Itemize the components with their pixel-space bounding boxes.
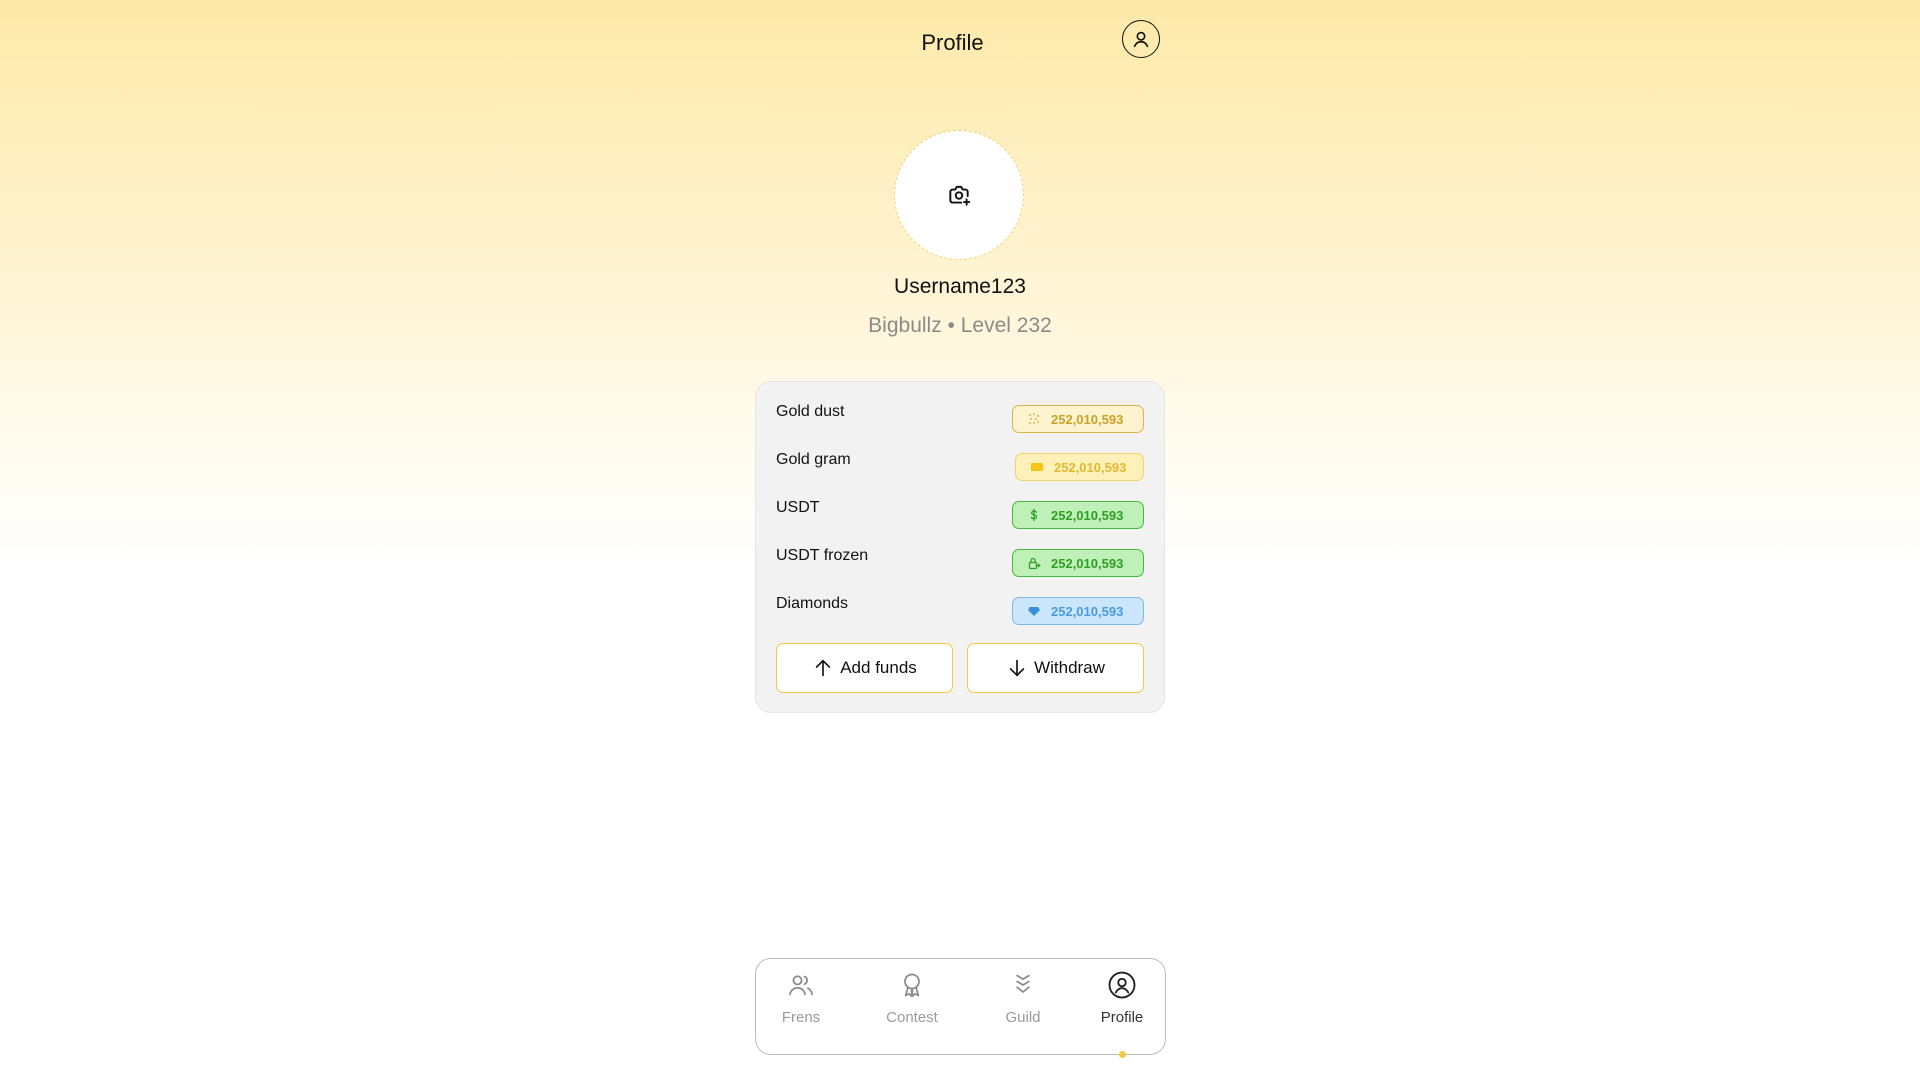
wallet-card: Gold dust 252,010,593 Gold gram 252,010,… — [755, 381, 1165, 713]
balance-value: 252,010,593 — [1051, 411, 1124, 427]
wallet-row-usdt-frozen: USDT frozen 252,010,593 — [776, 547, 1144, 577]
balance-badge: 252,010,593 — [1012, 597, 1144, 625]
account-button[interactable] — [1122, 20, 1160, 58]
wallet-label: Gold gram — [776, 451, 851, 468]
balance-value: 252,010,593 — [1051, 603, 1124, 619]
balance-badge: 252,010,593 — [1012, 549, 1144, 577]
nav-label: Frens — [781, 1009, 821, 1026]
balance-badge: 252,010,593 — [1015, 453, 1144, 481]
user-circle-icon — [1107, 969, 1137, 1001]
camera-plus-icon — [949, 185, 971, 206]
bottom-nav: Frens Contest Guild Profile — [755, 958, 1167, 1058]
diamond-icon — [1027, 604, 1041, 618]
add-funds-button[interactable]: Add funds — [776, 643, 953, 693]
balance-value: 252,010,593 — [1051, 555, 1124, 571]
user-subtitle: Bigbullz • Level 232 — [868, 314, 1052, 337]
page-title: Profile — [921, 30, 984, 55]
balance-value: 252,010,593 — [1054, 459, 1127, 475]
balance-value: 252,010,593 — [1051, 507, 1124, 523]
chevrons-down-icon — [1008, 969, 1038, 1001]
nav-item-contest[interactable]: Contest — [867, 969, 957, 1045]
nav-item-profile[interactable]: Profile — [1077, 969, 1167, 1045]
wallet-label: USDT — [776, 499, 820, 516]
username: Username123 — [894, 275, 1026, 298]
nav-label: Profile — [1100, 1009, 1144, 1026]
users-icon — [786, 969, 816, 1001]
wallet-row-gold-dust: Gold dust 252,010,593 — [776, 403, 1144, 433]
arrow-up-icon — [815, 659, 831, 677]
nav-label: Guild — [1005, 1009, 1041, 1026]
dollar-icon — [1027, 508, 1041, 522]
wallet-row-gold-gram: Gold gram 252,010,593 — [776, 451, 1144, 481]
wallet-row-diamonds: Diamonds 252,010,593 — [776, 595, 1144, 625]
withdraw-button[interactable]: Withdraw — [967, 643, 1144, 693]
nav-item-frens[interactable]: Frens — [756, 969, 846, 1045]
wallet-row-usdt: USDT 252,010,593 — [776, 499, 1144, 529]
avatar-upload-button[interactable] — [894, 130, 1024, 260]
arrow-down-icon — [1009, 659, 1025, 677]
wallet-label: Diamonds — [776, 595, 849, 612]
lock-icon — [1027, 556, 1041, 570]
active-indicator-dot — [1119, 1051, 1126, 1058]
balance-badge: 252,010,593 — [1012, 405, 1144, 433]
gold-dust-icon — [1027, 412, 1041, 426]
wallet-label: USDT frozen — [776, 547, 869, 564]
wallet-label: Gold dust — [776, 403, 845, 420]
user-circle-icon — [1133, 31, 1149, 48]
award-icon — [897, 969, 927, 1001]
balance-badge: 252,010,593 — [1012, 501, 1144, 529]
nav-item-guild[interactable]: Guild — [978, 969, 1068, 1045]
withdraw-label: Withdraw — [1034, 658, 1105, 677]
nav-label: Contest — [886, 1009, 938, 1026]
gold-bar-icon — [1030, 460, 1044, 474]
add-funds-label: Add funds — [840, 658, 917, 677]
